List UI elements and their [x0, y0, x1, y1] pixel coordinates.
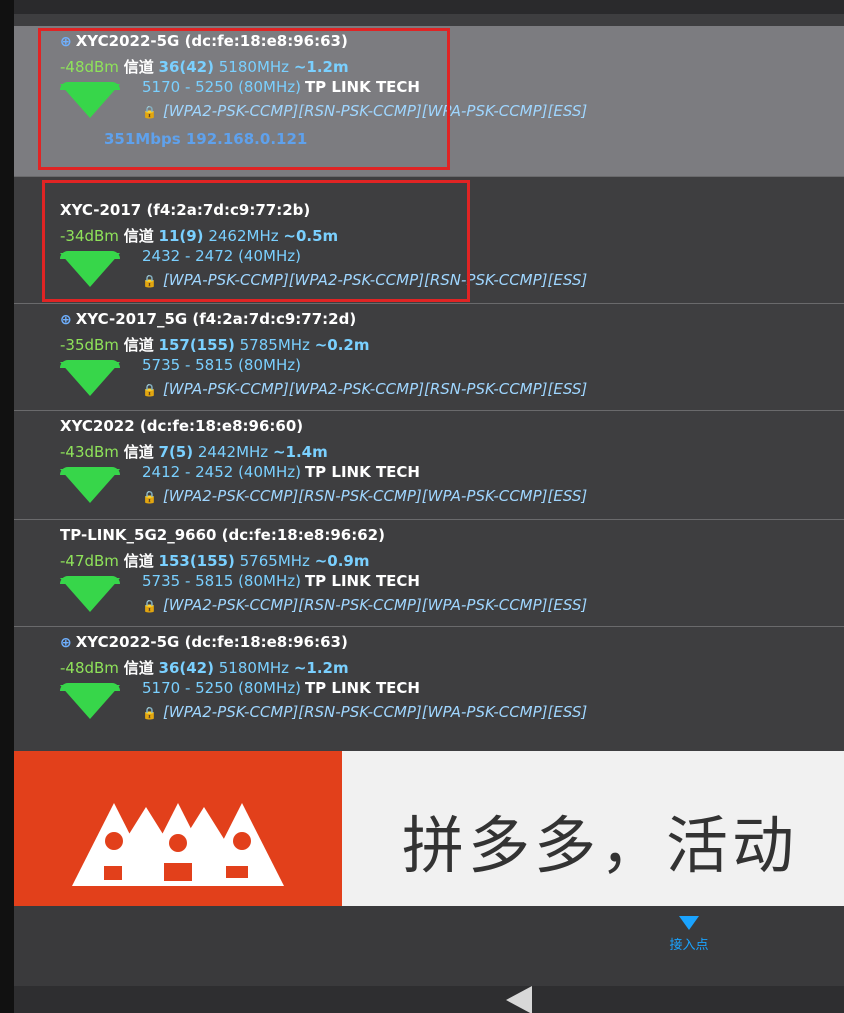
- nav-access-points-label: 接入点: [669, 938, 709, 953]
- connection-info: 351Mbps 192.168.0.121: [104, 130, 308, 148]
- security-capabilities: 🔒 [WPA-PSK-CCMP][WPA2-PSK-CCMP][RSN-PSK-C…: [142, 380, 588, 398]
- channel-label: 信道: [123, 659, 154, 677]
- distance: ~0.2m: [314, 336, 370, 354]
- phone-screen: ⊕ XYC2022-5G (dc:fe:18:e8:96:63) -48dBm 信…: [14, 14, 844, 1013]
- frequency: 5180MHz: [218, 659, 290, 677]
- signal-strength: -43dBm: [60, 443, 119, 461]
- lock-icon: 🔒: [142, 490, 157, 504]
- security-capabilities: 🔒 [WPA2-PSK-CCMP][RSN-PSK-CCMP][WPA-PSK-C…: [142, 102, 588, 120]
- security-capabilities: 🔒 [WPA2-PSK-CCMP][RSN-PSK-CCMP][WPA-PSK-C…: [142, 487, 588, 505]
- channel-label: 信道: [123, 443, 154, 461]
- signal-strength: -48dBm: [60, 58, 119, 76]
- frequency: 2462MHz: [208, 227, 279, 245]
- vendor-name: TP LINK TECH: [304, 463, 420, 481]
- bottom-navigation: 接入点: [14, 906, 844, 986]
- signal-strength: -35dBm: [60, 336, 119, 354]
- channel-label: 信道: [123, 336, 154, 354]
- signal-strength: -47dBm: [60, 552, 119, 570]
- frequency-range: 2432 - 2472 (40MHz): [142, 247, 301, 265]
- frequency: 2442MHz: [197, 443, 269, 461]
- device-left-bezel: [0, 0, 14, 1013]
- frequency: 5785MHz: [239, 336, 310, 354]
- network-signal-line: -35dBm 信道 157(155) 5785MHz ~0.2m: [60, 334, 369, 355]
- security-capabilities: 🔒 [WPA2-PSK-CCMP][RSN-PSK-CCMP][WPA-PSK-C…: [142, 703, 588, 721]
- network-signal-line: -43dBm 信道 7(5) 2442MHz ~1.4m: [60, 441, 328, 462]
- wifi-signal-icon-body: [60, 253, 120, 287]
- vendor-name: TP LINK TECH: [304, 679, 420, 697]
- security-capabilities: 🔒 [WPA2-PSK-CCMP][RSN-PSK-CCMP][WPA-PSK-C…: [142, 596, 588, 614]
- network-item[interactable]: XYC-2017 (f4:2a:7d:c9:77:2b) -34dBm 信道 1…: [14, 195, 844, 304]
- channel-number: 7(5): [158, 443, 194, 461]
- pinduoduo-logo: [14, 751, 342, 906]
- wifi-signal-icon-body: [60, 469, 120, 503]
- system-navigation-bar: [14, 986, 844, 1013]
- network-item[interactable]: XYC2022 (dc:fe:18:e8:96:60) -43dBm 信道 7(…: [14, 411, 844, 520]
- ad-banner[interactable]: 拼多多，活动: [14, 751, 844, 906]
- lock-icon: 🔒: [142, 383, 157, 397]
- signal-strength: -34dBm: [60, 227, 119, 245]
- network-item[interactable]: TP-LINK_5G2_9660 (dc:fe:18:e8:96:62) -47…: [14, 520, 844, 627]
- pinduoduo-logo-graphic: [72, 803, 284, 886]
- network-item[interactable]: ⊕ XYC-2017_5G (f4:2a:7d:c9:77:2d) -35dBm …: [14, 304, 844, 411]
- channel-number: 153(155): [158, 552, 235, 570]
- frequency-range: 5735 - 5815 (80MHz): [142, 356, 301, 374]
- globe-icon: ⊕: [60, 312, 72, 328]
- channel-label: 信道: [123, 227, 154, 245]
- frequency: 5765MHz: [239, 552, 310, 570]
- wifi-signal-icon-body: [60, 578, 120, 612]
- network-item[interactable]: ⊕ XYC2022-5G (dc:fe:18:e8:96:63) -48dBm 信…: [14, 627, 844, 733]
- frequency-range: 2412 - 2452 (40MHz) TP LINK TECH: [142, 463, 420, 481]
- lock-icon: 🔒: [142, 599, 157, 613]
- distance: ~0.9m: [314, 552, 370, 570]
- back-icon[interactable]: [506, 986, 532, 1013]
- nav-access-points[interactable]: 接入点: [654, 916, 724, 953]
- vendor-name: TP LINK TECH: [304, 572, 420, 590]
- channel-number: 36(42): [158, 58, 214, 76]
- network-ssid: TP-LINK_5G2_9660 (dc:fe:18:e8:96:62): [60, 526, 385, 544]
- network-signal-line: -48dBm 信道 36(42) 5180MHz ~1.2m: [60, 657, 349, 678]
- wifi-signal-icon-body: [60, 84, 120, 118]
- network-ssid: ⊕ XYC-2017_5G (f4:2a:7d:c9:77:2d): [60, 310, 357, 328]
- channel-label: 信道: [123, 58, 154, 76]
- globe-icon: ⊕: [60, 635, 72, 651]
- network-ssid: XYC-2017 (f4:2a:7d:c9:77:2b): [60, 201, 311, 219]
- network-signal-line: -47dBm 信道 153(155) 5765MHz ~0.9m: [60, 550, 369, 571]
- channel-number: 36(42): [158, 659, 214, 677]
- wifi-signal-icon-body: [60, 685, 120, 719]
- security-capabilities: 🔒 [WPA-PSK-CCMP][WPA2-PSK-CCMP][RSN-PSK-C…: [142, 271, 588, 289]
- distance: ~1.2m: [293, 659, 349, 677]
- frequency-range: 5735 - 5815 (80MHz) TP LINK TECH: [142, 572, 420, 590]
- network-ssid: ⊕ XYC2022-5G (dc:fe:18:e8:96:63): [60, 32, 348, 50]
- wifi-network-list: ⊕ XYC2022-5G (dc:fe:18:e8:96:63) -48dBm 信…: [14, 26, 844, 733]
- wifi-icon: [679, 916, 699, 930]
- wifi-signal-icon-body: [60, 362, 120, 396]
- distance: ~1.4m: [272, 443, 328, 461]
- lock-icon: 🔒: [142, 105, 157, 119]
- vendor-name: TP LINK TECH: [304, 78, 420, 96]
- channel-number: 11(9): [158, 227, 204, 245]
- ad-headline: 拼多多，活动: [402, 809, 799, 882]
- frequency-range: 5170 - 5250 (80MHz) TP LINK TECH: [142, 78, 420, 96]
- globe-icon: ⊕: [60, 34, 72, 50]
- network-ssid: XYC2022 (dc:fe:18:e8:96:60): [60, 417, 304, 435]
- device-top-bezel: [0, 0, 844, 14]
- signal-strength: -48dBm: [60, 659, 119, 677]
- channel-number: 157(155): [158, 336, 235, 354]
- network-signal-line: -34dBm 信道 11(9) 2462MHz ~0.5m: [60, 225, 338, 246]
- channel-label: 信道: [123, 552, 154, 570]
- distance: ~1.2m: [293, 58, 349, 76]
- network-signal-line: -48dBm 信道 36(42) 5180MHz ~1.2m: [60, 56, 349, 77]
- distance: ~0.5m: [283, 227, 339, 245]
- lock-icon: 🔒: [142, 706, 157, 720]
- frequency: 5180MHz: [218, 58, 290, 76]
- lock-icon: 🔒: [142, 274, 157, 288]
- network-ssid: ⊕ XYC2022-5G (dc:fe:18:e8:96:63): [60, 633, 348, 651]
- frequency-range: 5170 - 5250 (80MHz) TP LINK TECH: [142, 679, 420, 697]
- network-item[interactable]: ⊕ XYC2022-5G (dc:fe:18:e8:96:63) -48dBm 信…: [14, 26, 844, 177]
